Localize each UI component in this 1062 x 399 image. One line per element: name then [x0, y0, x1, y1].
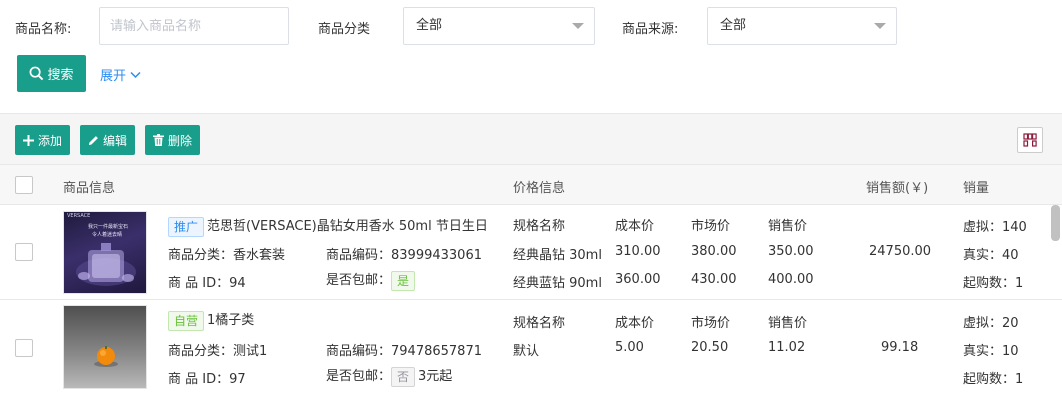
header-product-info: 商品信息: [63, 181, 116, 196]
sales-amount: 24750.00: [869, 244, 932, 259]
vertical-scrollbar[interactable]: [1051, 205, 1060, 241]
price-header-market: 市场价: [691, 316, 731, 331]
search-button-label: 搜索: [47, 68, 74, 83]
cost-price: 5.00: [615, 340, 644, 355]
trash-icon: [152, 134, 164, 146]
sale-price: 350.00: [768, 244, 814, 259]
table-header: 商品信息 价格信息 销售额(￥) 销量: [0, 165, 1062, 205]
header-sales-amount: 销售额(￥): [866, 181, 929, 196]
real-sales: 真实：40: [963, 248, 1019, 263]
price-header-cost: 成本价: [615, 219, 655, 234]
promo-tag: 推广: [168, 216, 205, 237]
price-header-cost: 成本价: [615, 316, 655, 331]
expand-label: 展开: [100, 69, 127, 84]
virtual-sales: 虚拟：20: [963, 316, 1019, 331]
free-shipping: 是否包邮：是: [326, 269, 418, 291]
select-all-checkbox[interactable]: [15, 176, 33, 194]
expand-link[interactable]: 展开: [100, 65, 141, 84]
table-toolbar: 添加 编辑 删除: [0, 113, 1062, 165]
edit-button-label: 编辑: [102, 133, 127, 148]
grid-icon: [1023, 133, 1037, 147]
chevron-down-icon: [130, 71, 141, 78]
min-purchase: 起购数：1: [963, 276, 1024, 291]
table-row[interactable]: VERSACE 我只一件最新宝石 令人着迷去晴 推广 范思哲(VERSACE)晶钻…: [0, 205, 1062, 300]
tangerine-image: [94, 346, 118, 367]
product-id: 商 品 ID：94: [168, 276, 246, 291]
virtual-sales: 虚拟：140: [963, 220, 1027, 235]
sale-price: 11.02: [768, 340, 806, 355]
self-operated-tag: 自营: [168, 310, 205, 331]
add-button-label: 添加: [37, 133, 62, 148]
product-title-text: 范思哲(VERSACE)晶钻女用香水 50ml 节日生日: [207, 219, 488, 234]
price-header-spec: 规格名称: [513, 316, 566, 331]
product-category: 商品分类：测试1: [168, 344, 268, 359]
source-label: 商品来源:: [622, 22, 679, 37]
market-price: 380.00: [691, 244, 737, 259]
free-shipping-label: 是否包邮：: [326, 273, 392, 288]
market-price: 20.50: [691, 340, 729, 355]
category-select-value: 全部: [416, 18, 443, 33]
product-category: 商品分类：香水套装: [168, 248, 286, 263]
min-purchase: 起购数：1: [963, 372, 1024, 387]
source-select[interactable]: 全部: [707, 7, 897, 45]
plus-icon: [22, 134, 34, 146]
price-header-market: 市场价: [691, 219, 731, 234]
product-name-input[interactable]: [99, 7, 289, 45]
delete-button[interactable]: 删除: [145, 125, 200, 155]
sale-price: 400.00: [768, 272, 814, 287]
product-thumbnail: VERSACE 我只一件最新宝石 令人着迷去晴: [63, 211, 147, 294]
spec-name: 默认: [513, 344, 540, 359]
product-title[interactable]: 自营 1橘子类: [168, 309, 254, 331]
add-button[interactable]: 添加: [15, 125, 70, 155]
category-label: 商品分类: [318, 22, 371, 37]
edit-button[interactable]: 编辑: [80, 125, 135, 155]
product-id: 商 品 ID：97: [168, 372, 246, 387]
product-title[interactable]: 推广 范思哲(VERSACE)晶钻女用香水 50ml 节日生日: [168, 215, 504, 237]
row-checkbox[interactable]: [15, 339, 33, 357]
price-header-sale: 销售价: [768, 316, 808, 331]
column-toggle-button[interactable]: [1017, 127, 1043, 153]
shipping-no-tag: 否: [391, 366, 416, 387]
table-row[interactable]: 自营 1橘子类 商品分类：测试1 商品编码：79478657871 商 品 ID：…: [0, 300, 1062, 399]
header-sales-volume: 销量: [963, 181, 990, 196]
delete-button-label: 删除: [167, 133, 192, 148]
free-shipping-label: 是否包邮：: [326, 369, 392, 384]
shipping-extra: 3元起: [418, 369, 453, 384]
product-thumbnail: [63, 305, 147, 389]
free-shipping: 是否包邮：否 3元起: [326, 365, 452, 387]
cost-price: 310.00: [615, 244, 661, 259]
search-icon: [30, 66, 44, 81]
product-code: 商品编码：83999433061: [326, 248, 482, 263]
perfume-bottle-image: [76, 243, 136, 286]
sales-amount: 99.18: [881, 340, 919, 355]
real-sales: 真实：10: [963, 344, 1019, 359]
chevron-down-icon: [572, 23, 584, 29]
source-select-value: 全部: [720, 18, 747, 33]
header-price-info: 价格信息: [513, 181, 566, 196]
market-price: 430.00: [691, 272, 737, 287]
category-select[interactable]: 全部: [403, 7, 595, 45]
cost-price: 360.00: [615, 272, 661, 287]
search-button[interactable]: 搜索: [17, 55, 86, 92]
chevron-down-icon: [874, 23, 886, 29]
spec-name: 经典晶钻 30ml: [513, 248, 602, 263]
row-checkbox[interactable]: [15, 243, 33, 261]
shipping-yes-tag: 是: [391, 270, 416, 291]
pencil-icon: [88, 135, 98, 145]
price-header-sale: 销售价: [768, 219, 808, 234]
price-header-spec: 规格名称: [513, 219, 566, 234]
product-code: 商品编码：79478657871: [326, 344, 482, 359]
spec-name: 经典蓝钻 90ml: [513, 276, 602, 291]
product-name-label: 商品名称:: [15, 22, 72, 37]
product-title-text: 1橘子类: [207, 313, 255, 328]
